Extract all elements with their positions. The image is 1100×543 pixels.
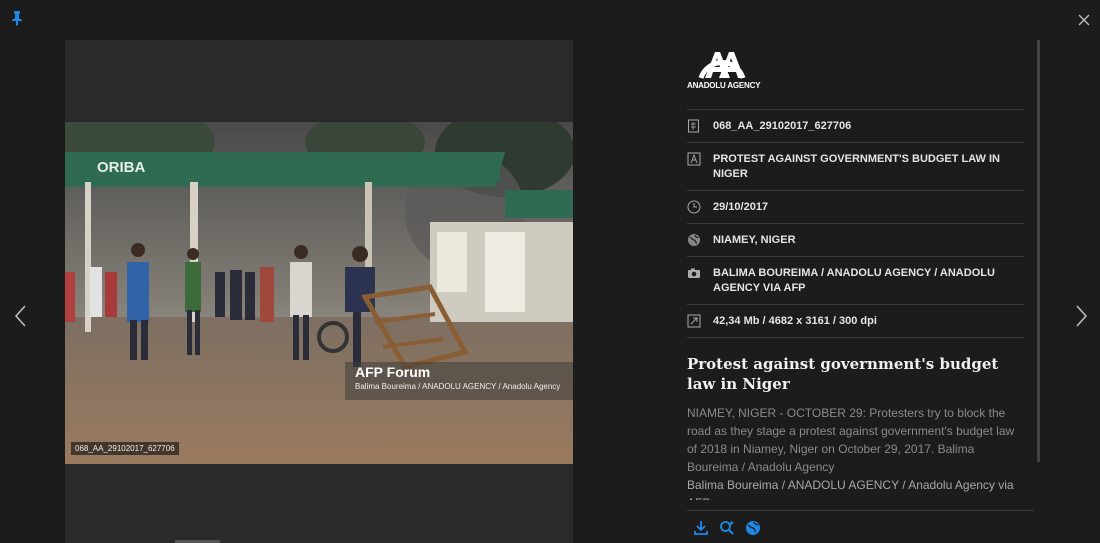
photo-file-info: 42,34 Mb / 4682 x 3161 / 300 dpi	[713, 315, 877, 327]
globe-icon	[687, 233, 701, 247]
photo-credit: BALIMA BOUREIMA / ANADOLU AGENCY / ANADO…	[713, 267, 995, 294]
previous-arrow-icon[interactable]	[12, 303, 30, 329]
clock-icon	[687, 200, 701, 214]
globe-share-icon[interactable]	[745, 520, 761, 536]
photo-title: PROTEST AGAINST GOVERNMENT'S BUDGET LAW …	[713, 153, 1000, 180]
title-icon	[687, 152, 701, 166]
caption-credit: Balima Boureima / ANADOLU AGENCY / Anado…	[687, 478, 1014, 500]
anadolu-agency-logo: ANADOLU AGENCY	[687, 40, 761, 92]
watermark-title: AFP Forum	[355, 364, 431, 380]
metadata-row-credit: BALIMA BOUREIMA / ANADOLU AGENCY / ANADO…	[687, 256, 1024, 304]
photo-location: NIAMEY, NIGER	[713, 234, 796, 246]
close-icon[interactable]	[1076, 12, 1092, 28]
photo-caption: NIAMEY, NIGER - OCTOBER 29: Protesters t…	[687, 404, 1022, 500]
logo-text: ANADOLU AGENCY	[687, 81, 761, 90]
watermark: AFP Forum Balima Boureima / ANADOLU AGEN…	[345, 362, 573, 400]
action-bar	[693, 520, 761, 536]
resize-icon	[687, 314, 701, 328]
download-icon[interactable]	[693, 520, 709, 536]
document-number-icon	[687, 119, 701, 133]
metadata-list: 068_AA_29102017_627706 PROTEST AGAINST G…	[687, 109, 1024, 338]
photo-date: 29/10/2017	[713, 201, 769, 213]
caption-text: NIAMEY, NIGER - OCTOBER 29: Protesters t…	[687, 406, 1015, 474]
metadata-row-size: 42,34 Mb / 4682 x 3161 / 300 dpi	[687, 304, 1024, 338]
next-arrow-icon[interactable]	[1072, 303, 1090, 329]
photo-id: 068_AA_29102017_627706	[713, 120, 852, 132]
photo-panel: ORIBA AFP Forum Balima Boureima / ANADOL…	[65, 40, 573, 543]
camera-icon	[687, 266, 701, 280]
metadata-row-title: PROTEST AGAINST GOVERNMENT'S BUDGET LAW …	[687, 142, 1024, 190]
news-photo[interactable]: ORIBA AFP Forum Balima Boureima / ANADOL…	[65, 122, 573, 464]
search-similar-icon[interactable]	[719, 520, 735, 536]
divider	[687, 510, 1034, 511]
photo-headline: Protest against government's budget law …	[687, 355, 999, 393]
metadata-row-date: 29/10/2017	[687, 190, 1024, 223]
watermark-credit: Balima Boureima / ANADOLU AGENCY / Anado…	[355, 382, 561, 391]
station-sign: ORIBA	[97, 159, 146, 176]
photo-id-label: 068_AA_29102017_627706	[71, 442, 179, 455]
metadata-row-location: NIAMEY, NIGER	[687, 223, 1024, 256]
metadata-row-id: 068_AA_29102017_627706	[687, 109, 1024, 142]
metadata-scrollbar[interactable]	[1037, 40, 1040, 462]
pin-icon[interactable]	[10, 10, 24, 26]
